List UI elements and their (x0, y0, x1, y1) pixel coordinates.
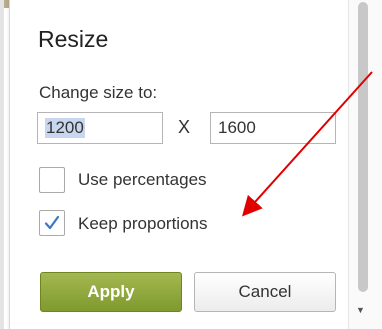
scroll-down-arrow-icon[interactable]: ▼ (356, 306, 365, 315)
height-value: 1600 (218, 118, 256, 137)
cancel-button[interactable]: Cancel (194, 272, 336, 312)
vertical-scrollbar[interactable]: ▼ (348, 0, 382, 329)
width-input[interactable]: 1200 (37, 112, 163, 144)
use-percentages-label[interactable]: Use percentages (78, 170, 207, 190)
dialog-title: Resize (38, 26, 109, 52)
width-value: 1200 (45, 118, 85, 138)
keep-proportions-label[interactable]: Keep proportions (78, 214, 207, 234)
page-edge (0, 0, 4, 329)
change-size-label: Change size to: (39, 83, 158, 102)
dimension-separator: X (178, 117, 191, 137)
keep-proportions-checkbox[interactable] (39, 210, 65, 236)
use-percentages-checkbox[interactable] (39, 167, 65, 193)
checkmark-icon (44, 215, 60, 230)
apply-button[interactable]: Apply (40, 272, 182, 312)
height-input[interactable]: 1600 (210, 112, 336, 144)
resize-dialog: Resize Change size to: 1200 X 1600 Use p… (9, 0, 349, 329)
scrollbar-thumb[interactable] (358, 2, 368, 292)
